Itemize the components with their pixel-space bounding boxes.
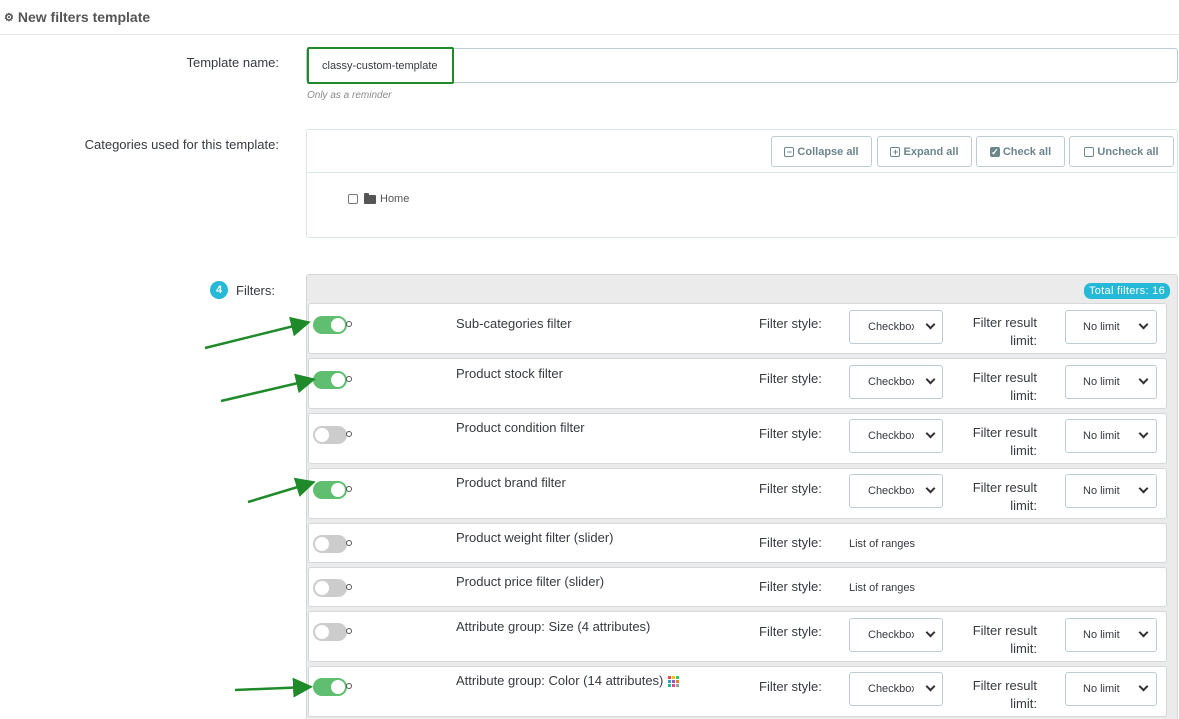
filter-row-price: Product price filter (slider) Filter sty… (308, 567, 1167, 607)
filter-name: Sub-categories filter (456, 316, 572, 331)
filter-limit-select[interactable]: No limit (1065, 474, 1157, 508)
filter-style-label: Filter style: (759, 579, 822, 594)
filter-limit-select[interactable]: No limit (1065, 419, 1157, 453)
filter-style-select[interactable]: Checkbox (849, 419, 943, 453)
filter-name: Product price filter (slider) (456, 574, 605, 589)
expand-icon: + (890, 146, 901, 157)
home-checkbox[interactable] (348, 194, 358, 204)
chevron-down-icon (1138, 374, 1149, 385)
filter-toggle[interactable] (313, 481, 352, 499)
filter-style-label: Filter style: (759, 371, 822, 386)
filter-toggle[interactable] (313, 535, 352, 553)
collapse-all-button[interactable]: − Collapse all (771, 136, 872, 167)
chevron-down-icon (925, 627, 936, 638)
filter-name: Product weight filter (slider) (456, 530, 614, 545)
expand-all-button[interactable]: + Expand all (877, 136, 972, 167)
chevron-down-icon (1138, 483, 1149, 494)
category-tree-toolbar: − Collapse all + Expand all ✓ Check all … (307, 130, 1177, 173)
filter-limit-label: Filter result limit: (972, 370, 1037, 403)
filter-style-label: Filter style: (759, 624, 822, 639)
selected-count-badge: 4 (210, 281, 228, 299)
filter-toggle[interactable] (313, 426, 352, 444)
chevron-down-icon (1138, 681, 1149, 692)
filter-row-weight: Product weight filter (slider) Filter st… (308, 523, 1167, 563)
folder-icon (364, 192, 376, 204)
filter-row-size: Attribute group: Size (4 attributes) Fil… (308, 611, 1167, 662)
categories-label: Categories used for this template: (84, 137, 279, 152)
panel-heading: ⚙ New filters template (0, 0, 1179, 35)
chevron-down-icon (925, 681, 936, 692)
cogs-icon: ⚙ (4, 11, 14, 24)
filters-label: 4 Filters: (210, 281, 275, 299)
filter-limit-label: Filter result limit: (972, 678, 1037, 711)
unchecked-box-icon (1084, 146, 1095, 157)
filter-limit-label: Filter result limit: (972, 480, 1037, 513)
filter-name: Product stock filter (456, 366, 563, 381)
filter-style-select[interactable]: Checkbox (849, 310, 943, 344)
page-title: New filters template (17, 9, 151, 25)
arrow-icon (204, 316, 311, 350)
filter-limit-label: Filter result limit: (972, 623, 1037, 656)
filter-style-select[interactable]: Checkbox (849, 365, 943, 399)
chevron-down-icon (925, 428, 936, 439)
filter-style-label: Filter style: (759, 481, 822, 496)
arrow-icon (234, 677, 313, 698)
filter-limit-label: Filter result limit: (972, 425, 1037, 458)
chevron-down-icon (925, 374, 936, 385)
filter-style-label: Filter style: (759, 316, 822, 331)
checked-box-icon: ✓ (989, 146, 1000, 157)
filter-toggle[interactable] (313, 678, 352, 696)
template-name-help: Only as a reminder (307, 90, 392, 101)
category-tree-panel: − Collapse all + Expand all ✓ Check all … (306, 129, 1178, 238)
filter-toggle[interactable] (313, 316, 352, 334)
filter-style-label: Filter style: (759, 535, 822, 550)
template-name-label: Template name: (186, 55, 280, 70)
arrow-icon (247, 477, 316, 504)
chevron-down-icon (925, 483, 936, 494)
chevron-down-icon (1138, 627, 1149, 638)
uncheck-all-button[interactable]: Uncheck all (1069, 136, 1174, 167)
filter-toggle[interactable] (313, 371, 352, 389)
filter-row-brand: Product brand filter Filter style: Check… (308, 468, 1167, 519)
filter-limit-label: Filter result limit: (972, 315, 1037, 348)
filter-toggle[interactable] (313, 579, 352, 597)
filter-limit-select[interactable]: No limit (1065, 672, 1157, 706)
tree-item-home[interactable]: Home (348, 192, 409, 205)
filter-limit-select[interactable]: No limit (1065, 310, 1157, 344)
filter-row-stock: Product stock filter Filter style: Check… (308, 358, 1167, 409)
filter-style-select[interactable]: Checkbox (849, 618, 943, 652)
filter-row-color: Attribute group: Color (14 attributes) F… (308, 666, 1167, 717)
filter-style-label: Filter style: (759, 426, 822, 441)
chevron-down-icon (1138, 428, 1149, 439)
chevron-down-icon (925, 319, 936, 330)
filter-style-value: List of ranges (849, 538, 916, 550)
filter-style-value: List of ranges (849, 582, 916, 594)
filter-name: Attribute group: Size (4 attributes) (456, 619, 651, 634)
filter-name: Attribute group: Color (14 attributes) (456, 673, 680, 688)
filter-style-select[interactable]: Checkbox (849, 474, 943, 508)
color-palette-icon (668, 676, 680, 688)
filter-style-select[interactable]: Checkbox (849, 672, 943, 706)
template-name-value[interactable]: classy-custom-template (307, 47, 454, 84)
arrow-icon (220, 373, 316, 403)
check-all-button[interactable]: ✓ Check all (976, 136, 1065, 167)
filter-row-sub-categories: Sub-categories filter Filter style: Chec… (308, 303, 1167, 354)
chevron-down-icon (1138, 319, 1149, 330)
filter-row-condition: Product condition filter Filter style: C… (308, 413, 1167, 464)
collapse-icon: − (784, 146, 795, 157)
filter-limit-select[interactable]: No limit (1065, 618, 1157, 652)
filter-name: Product condition filter (456, 420, 585, 435)
total-filters-badge: Total filters: 16 (1083, 283, 1170, 299)
filter-limit-select[interactable]: No limit (1065, 365, 1157, 399)
filter-toggle[interactable] (313, 623, 352, 641)
filter-style-label: Filter style: (759, 679, 822, 694)
filter-name: Product brand filter (456, 475, 566, 490)
